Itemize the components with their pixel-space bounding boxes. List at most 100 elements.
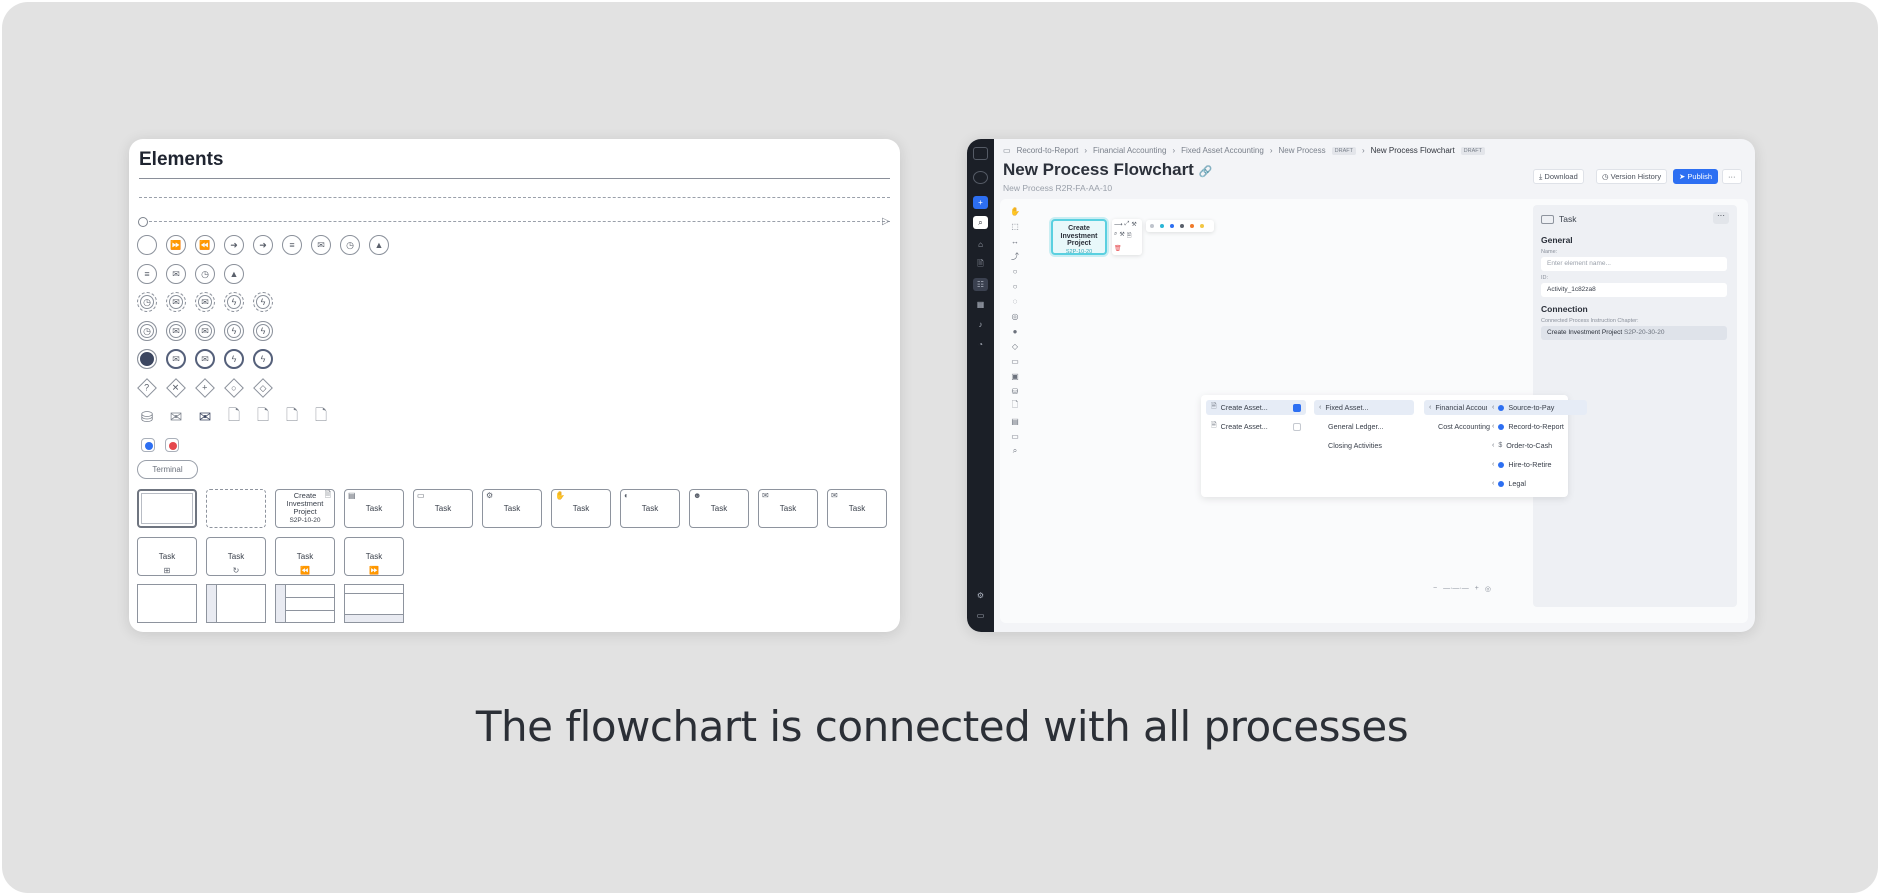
- cascade-item[interactable]: Closing Activities: [1314, 438, 1414, 453]
- gear-icon[interactable]: ⚙: [973, 589, 988, 602]
- message-filled-intermediate-icon[interactable]: ✉: [195, 321, 215, 341]
- start-event-icon[interactable]: [137, 235, 157, 255]
- person-task[interactable]: ☻ Task: [689, 489, 749, 528]
- data-store-tool-icon[interactable]: ⛁: [1008, 385, 1022, 397]
- loop-task[interactable]: Task ↻: [206, 537, 266, 576]
- flowchart-icon[interactable]: ☷: [973, 278, 988, 291]
- chart-icon[interactable]: ◔: [973, 338, 988, 351]
- solid-line-element[interactable]: [139, 178, 890, 179]
- receive-task[interactable]: ✉ Task: [827, 489, 887, 528]
- error-end-icon[interactable]: ϟ: [224, 349, 244, 369]
- horizontal-pool-shape[interactable]: [344, 584, 404, 623]
- send-task[interactable]: ✉ Task: [758, 489, 818, 528]
- flowchart-canvas[interactable]: ✋ ⬚ ↔ ⤴ ○ ○ ◌ ◎ ● ◇ ▭ ▣ ⛁ 🗋 ▤ ▭ ⌕ Create: [1000, 199, 1748, 623]
- fit-view-icon[interactable]: ◎: [1485, 585, 1491, 593]
- message-event-icon[interactable]: ✉: [166, 264, 186, 284]
- error-boundary-icon[interactable]: ϟ: [253, 292, 273, 312]
- error-intermediate-icon[interactable]: ϟ: [253, 321, 273, 341]
- process-item[interactable]: ‹ Record-to-Report: [1487, 419, 1587, 434]
- document-icon[interactable]: 🗎: [1127, 231, 1132, 242]
- parallel-gateway-icon[interactable]: +: [195, 378, 215, 398]
- checked-status-icon[interactable]: [141, 438, 155, 452]
- space-tool-icon[interactable]: ↔: [1008, 235, 1022, 247]
- group-tool-icon[interactable]: ▭: [1008, 430, 1022, 442]
- create-investment-project-task[interactable]: 🗎 Create Investment Project S2P-10-20: [275, 489, 335, 528]
- dashed-event-tool-icon[interactable]: ◌: [1008, 295, 1022, 307]
- intermediate-event-tool-icon[interactable]: ○: [1008, 280, 1022, 292]
- task-selected-shape[interactable]: [137, 489, 197, 528]
- id-input[interactable]: Activity_1c82za8: [1541, 283, 1727, 297]
- timer-event-icon[interactable]: ◷: [195, 264, 215, 284]
- data-object-icon[interactable]: 🗋: [224, 407, 244, 427]
- checkbox-icon[interactable]: [1293, 422, 1301, 431]
- more-options-button[interactable]: ···: [1713, 212, 1729, 224]
- connect-tool-icon[interactable]: ⤴: [1008, 250, 1022, 262]
- parallel-multi-task[interactable]: Task ⏪: [275, 537, 335, 576]
- message-event-icon[interactable]: ✉: [311, 235, 331, 255]
- message-end-icon[interactable]: ✉: [166, 349, 186, 369]
- timer-intermediate-icon[interactable]: ◷: [137, 321, 157, 341]
- process-item[interactable]: ‹ Legal: [1487, 476, 1587, 491]
- terminal-shape[interactable]: Terminal: [137, 460, 198, 479]
- arrow-event-icon[interactable]: ➜: [253, 235, 273, 255]
- data-collection-icon[interactable]: 🗋: [311, 407, 331, 427]
- zoom-in-icon[interactable]: +: [1475, 585, 1479, 593]
- data-output-icon[interactable]: 🗋: [253, 407, 273, 427]
- complex-gateway-icon[interactable]: ?: [137, 378, 157, 398]
- task-tool-icon[interactable]: ▭: [1008, 355, 1022, 367]
- escalation-event-icon[interactable]: ▲: [224, 264, 244, 284]
- process-item[interactable]: ‹ Hire-to-Retire: [1487, 457, 1587, 472]
- data-store-icon[interactable]: ⛁: [137, 407, 157, 427]
- cascade-item[interactable]: 🗎 Create Asset...: [1206, 400, 1306, 415]
- process-item[interactable]: ‹ $ Order-to-Cash: [1487, 438, 1587, 453]
- conditional-event-icon[interactable]: ≡: [282, 235, 302, 255]
- color-swatch[interactable]: [1150, 224, 1154, 228]
- more-button[interactable]: ···: [1722, 169, 1742, 184]
- color-swatch[interactable]: [1170, 224, 1174, 228]
- wrench-icon[interactable]: ⚒: [1131, 221, 1136, 229]
- terminate-end-icon[interactable]: [137, 349, 157, 369]
- download-button[interactable]: ⤓ Download: [1533, 169, 1584, 184]
- arrow-event-icon[interactable]: ➜: [224, 235, 244, 255]
- color-swatch[interactable]: [1190, 224, 1194, 228]
- exclusive-gateway-icon[interactable]: ✕: [166, 378, 186, 398]
- escalation-event-icon[interactable]: ▲: [369, 235, 389, 255]
- data-input-icon[interactable]: 🗋: [282, 407, 302, 427]
- subprocess-task[interactable]: Task ⊞: [137, 537, 197, 576]
- process-item[interactable]: ‹ Source-to-Pay: [1487, 400, 1587, 415]
- chat-icon[interactable]: ▭: [973, 609, 988, 622]
- search-icon[interactable]: ⌕: [973, 216, 988, 229]
- conditional-event-icon[interactable]: ≡: [137, 264, 157, 284]
- service-task[interactable]: ⚙ Task: [482, 489, 542, 528]
- event-gateway-icon[interactable]: ◇: [253, 378, 273, 398]
- lanes-shape[interactable]: [275, 584, 335, 623]
- error-boundary-icon[interactable]: ϟ: [224, 292, 244, 312]
- error-intermediate-icon[interactable]: ϟ: [224, 321, 244, 341]
- envelope-icon[interactable]: ✉: [166, 407, 186, 427]
- plus-icon[interactable]: +: [973, 196, 988, 209]
- cascade-item[interactable]: 🗎 Create Asset...: [1206, 419, 1306, 434]
- start-event-tool-icon[interactable]: ○: [1008, 265, 1022, 277]
- error-status-icon[interactable]: [165, 438, 179, 452]
- home-icon[interactable]: ⌂: [973, 238, 988, 251]
- error-end-icon[interactable]: ϟ: [253, 349, 273, 369]
- wrench-icon[interactable]: ⚒: [1119, 231, 1124, 242]
- group-shape[interactable]: [206, 489, 266, 528]
- avatar[interactable]: [973, 171, 988, 184]
- message-filled-boundary-icon[interactable]: ✉: [195, 292, 215, 312]
- hand-tool-icon[interactable]: ✋: [1008, 205, 1022, 217]
- business-rule-task[interactable]: ◐ Task: [620, 489, 680, 528]
- zoom-out-icon[interactable]: −: [1433, 585, 1437, 593]
- document-icon[interactable]: 🗎: [973, 258, 988, 271]
- cascade-item[interactable]: General Ledger...: [1314, 419, 1414, 434]
- sequence-flow-element[interactable]: [139, 221, 890, 222]
- color-swatch[interactable]: [1200, 224, 1204, 228]
- lasso-tool-icon[interactable]: ⬚: [1008, 220, 1022, 232]
- publish-button[interactable]: ➤ Publish: [1673, 169, 1718, 184]
- dashed-line-element[interactable]: [139, 197, 890, 198]
- connect-icon[interactable]: ⤢: [1125, 221, 1130, 229]
- canvas-task-node[interactable]: Create Investment Project S2P-10-20: [1051, 219, 1107, 255]
- message-filled-end-icon[interactable]: ✉: [195, 349, 215, 369]
- name-input[interactable]: Enter element name...: [1541, 257, 1727, 271]
- pool-tool-icon[interactable]: ▤: [1008, 415, 1022, 427]
